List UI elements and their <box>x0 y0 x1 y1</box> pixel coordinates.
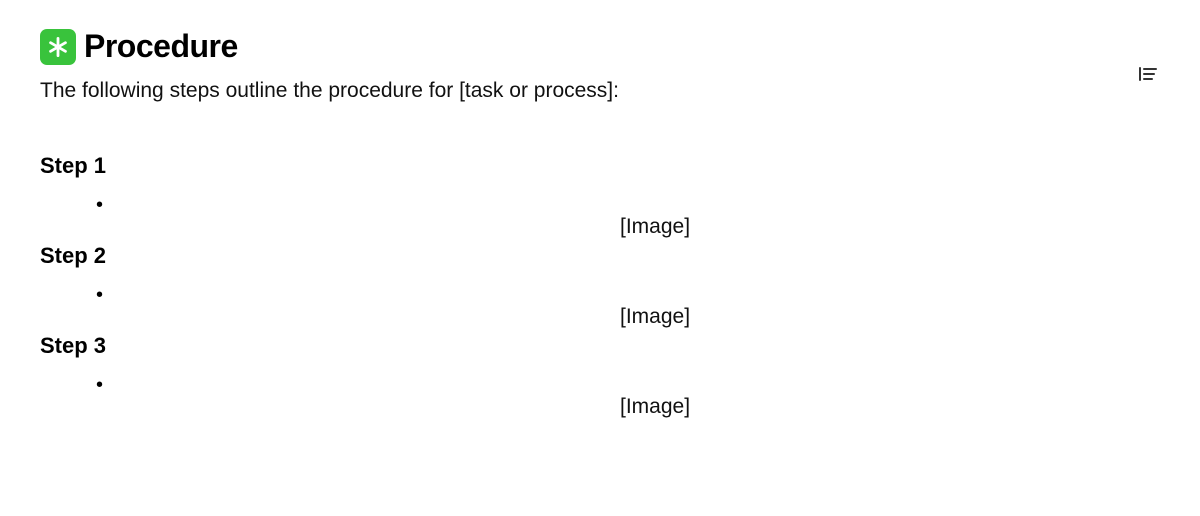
step-3-block: Step 3 • [Image] <box>40 333 1160 395</box>
step-3-bullet[interactable]: • <box>40 375 1160 395</box>
step-2-image-placeholder[interactable]: [Image] <box>620 305 690 329</box>
outline-icon <box>1139 67 1157 81</box>
step-2-bullet[interactable]: • <box>40 285 1160 305</box>
outline-toggle[interactable] <box>1136 62 1160 86</box>
page-title[interactable]: Procedure <box>84 28 238 65</box>
step-2-block: Step 2 • [Image] <box>40 243 1160 305</box>
intro-paragraph[interactable]: The following steps outline the procedur… <box>40 79 1160 103</box>
step-1-title[interactable]: Step 1 <box>40 153 1160 179</box>
step-2-title[interactable]: Step 2 <box>40 243 1160 269</box>
page-heading: Procedure <box>40 28 1160 65</box>
step-3-image-placeholder[interactable]: [Image] <box>620 395 690 419</box>
step-1-image-placeholder[interactable]: [Image] <box>620 215 690 239</box>
step-3-title[interactable]: Step 3 <box>40 333 1160 359</box>
step-1-block: Step 1 • [Image] <box>40 153 1160 215</box>
step-1-bullet[interactable]: • <box>40 195 1160 215</box>
asterisk-badge-icon <box>40 29 76 65</box>
